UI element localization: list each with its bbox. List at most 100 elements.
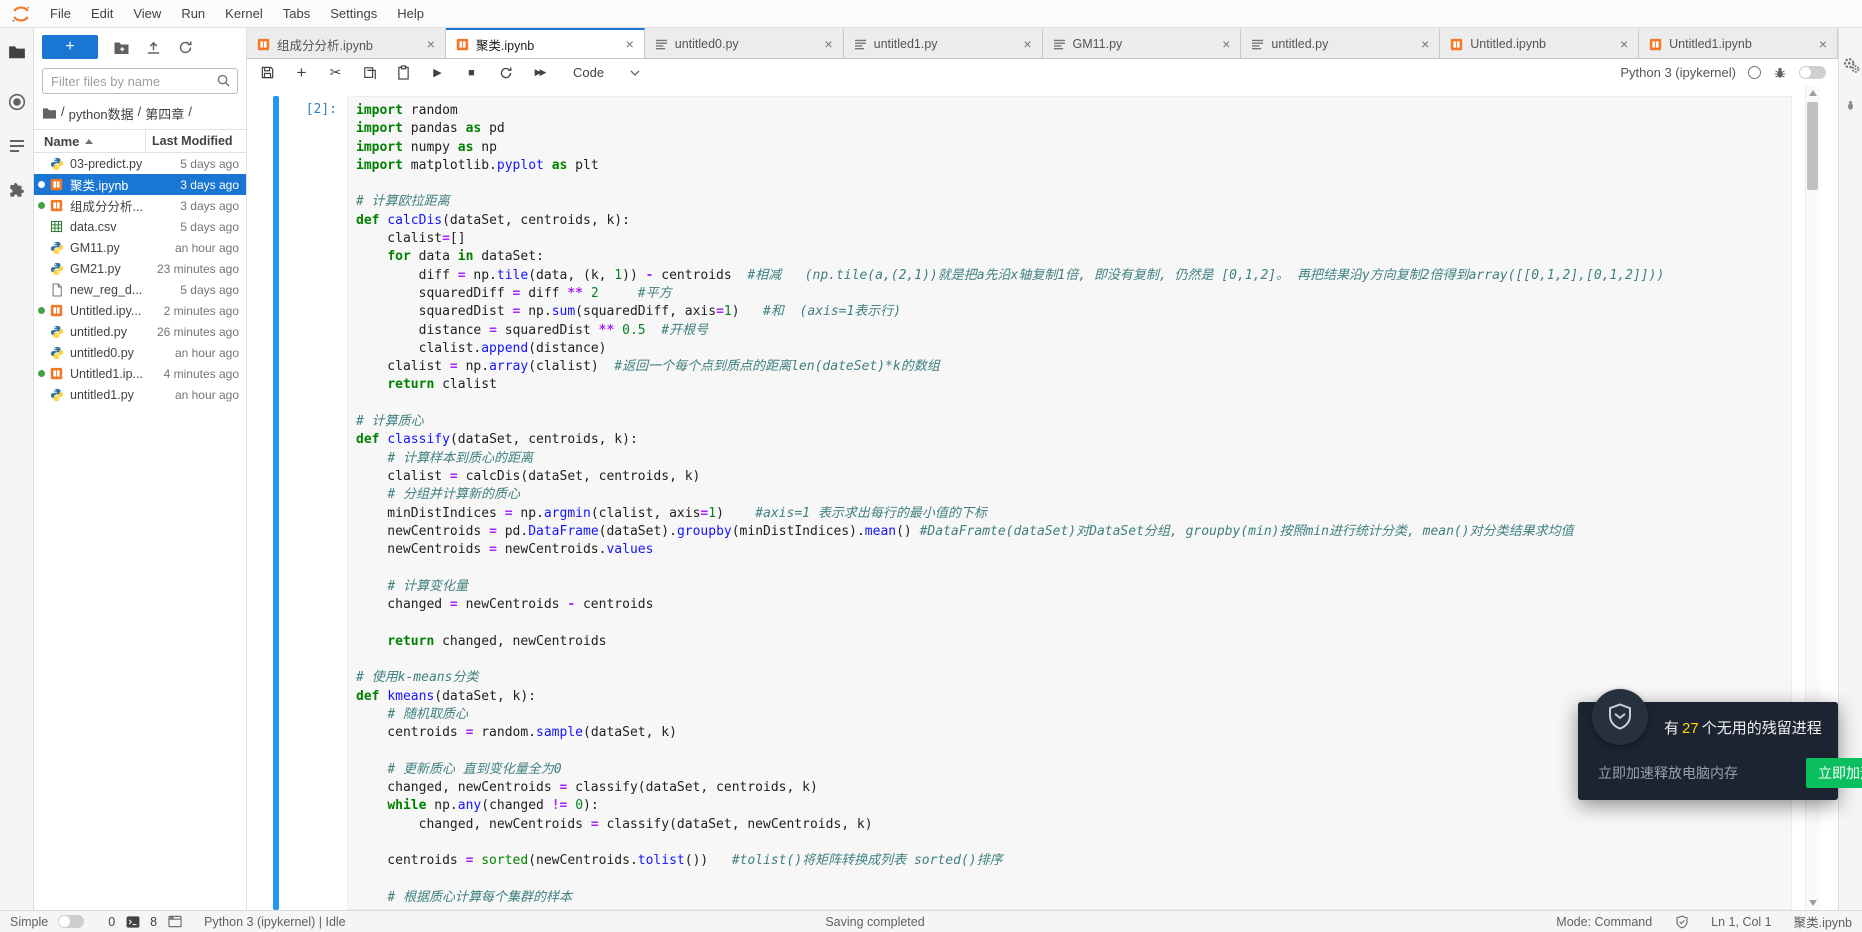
stop-kernel-icon[interactable]: ■ bbox=[463, 64, 480, 81]
code-line: clalist = np.array(clalist) #返回一个每个点到质点的… bbox=[356, 359, 940, 375]
file-modified: 4 minutes ago bbox=[163, 366, 239, 381]
editor-tab[interactable]: 组成分分析.ipynb × bbox=[247, 28, 446, 58]
terminal-icon[interactable] bbox=[125, 914, 140, 929]
trust-shield-icon[interactable] bbox=[1674, 914, 1689, 929]
tab-close-icon[interactable]: × bbox=[1817, 37, 1829, 51]
tab-close-icon[interactable]: × bbox=[822, 37, 834, 51]
new-launcher-button[interactable]: + bbox=[42, 35, 98, 59]
save-icon[interactable] bbox=[259, 64, 276, 81]
breadcrumb-part[interactable]: 第四章 bbox=[145, 104, 184, 123]
table-of-contents-icon[interactable] bbox=[0, 128, 33, 164]
restart-run-all-icon[interactable]: ▶▶ bbox=[531, 64, 548, 81]
file-row[interactable]: 组成分分析... 3 days ago bbox=[34, 195, 246, 216]
menu-settings[interactable]: Settings bbox=[320, 1, 387, 27]
terminals-count[interactable]: 0 bbox=[108, 915, 115, 929]
cursor-position[interactable]: Ln 1, Col 1 bbox=[1711, 915, 1771, 929]
accelerate-now-button[interactable]: 立即加速 bbox=[1806, 758, 1862, 788]
tab-close-icon[interactable]: × bbox=[425, 37, 437, 51]
extension-manager-icon[interactable] bbox=[0, 172, 33, 208]
refresh-icon[interactable] bbox=[176, 38, 194, 56]
editor-tab[interactable]: untitled0.py × bbox=[644, 28, 844, 58]
copy-cells-icon[interactable] bbox=[361, 64, 378, 81]
python-file-icon bbox=[49, 324, 64, 339]
kernel-sessions-count[interactable]: 8 bbox=[150, 915, 157, 929]
code-line: # 计算质心 bbox=[356, 414, 424, 430]
new-folder-icon[interactable] bbox=[112, 38, 130, 56]
file-row[interactable]: GM21.py 23 minutes ago bbox=[34, 258, 246, 279]
command-mode-indicator[interactable]: Mode: Command bbox=[1556, 915, 1652, 929]
menu-help[interactable]: Help bbox=[387, 1, 434, 27]
file-browser-panel: + /python数据/第四章/ Name bbox=[34, 28, 247, 910]
code-line: minDistIndices = np.argmin(clalist, axis… bbox=[356, 505, 987, 521]
menu-run[interactable]: Run bbox=[171, 1, 215, 27]
paste-cells-icon[interactable] bbox=[395, 64, 412, 81]
file-row[interactable]: untitled.py 26 minutes ago bbox=[34, 321, 246, 342]
file-row[interactable]: data.csv 5 days ago bbox=[34, 216, 246, 237]
file-row[interactable]: Untitled1.ip... 4 minutes ago bbox=[34, 363, 246, 384]
code-line: # 分组并计算新的质心 bbox=[387, 487, 520, 503]
property-inspector-icon[interactable] bbox=[1839, 48, 1862, 82]
running-kernels-icon[interactable] bbox=[0, 84, 33, 120]
simple-interface-toggle[interactable] bbox=[1799, 66, 1826, 79]
add-cell-icon[interactable]: + bbox=[293, 63, 310, 82]
menu-view[interactable]: View bbox=[123, 1, 171, 27]
tab-close-icon[interactable]: × bbox=[1021, 37, 1033, 51]
kernel-sessions-icon[interactable] bbox=[167, 914, 182, 929]
cell-collapser[interactable] bbox=[273, 96, 279, 910]
file-browser-icon[interactable] bbox=[0, 34, 33, 70]
menu-edit[interactable]: Edit bbox=[81, 1, 123, 27]
scroll-up-icon[interactable] bbox=[1809, 90, 1817, 96]
code-editor[interactable]: import random import pandas as pd import n… bbox=[347, 96, 1792, 910]
code-line: squaredDist = np.sum(squaredDiff, axis=1… bbox=[356, 304, 902, 320]
editor-tab[interactable]: Untitled1.ipynb × bbox=[1639, 28, 1838, 58]
editor-tab[interactable]: Untitled.ipynb × bbox=[1440, 28, 1640, 58]
menu-tabs[interactable]: Tabs bbox=[273, 1, 320, 27]
tab-close-icon[interactable]: × bbox=[1618, 37, 1630, 51]
file-row[interactable]: 03-predict.py 5 days ago bbox=[34, 153, 246, 174]
editor-tab[interactable]: untitled.py × bbox=[1241, 28, 1441, 58]
debugger-panel-icon[interactable] bbox=[1839, 88, 1862, 122]
scroll-down-icon[interactable] bbox=[1809, 900, 1817, 906]
file-row[interactable]: untitled0.py an hour ago bbox=[34, 342, 246, 363]
bug-icon[interactable] bbox=[1773, 66, 1787, 80]
menu-kernel[interactable]: Kernel bbox=[215, 1, 273, 27]
tab-close-icon[interactable]: × bbox=[1220, 37, 1232, 51]
jupyter-logo-icon bbox=[8, 3, 34, 25]
editor-tab[interactable]: GM11.py × bbox=[1042, 28, 1242, 58]
file-name: 03-predict.py bbox=[70, 156, 143, 171]
tab-close-icon[interactable]: × bbox=[1419, 37, 1431, 51]
file-row[interactable]: untitled1.py an hour ago bbox=[34, 384, 246, 405]
editor-tab[interactable]: 聚类.ipynb × bbox=[445, 28, 645, 58]
column-header-name[interactable]: Name bbox=[34, 134, 145, 149]
simple-mode-toggle[interactable] bbox=[58, 915, 85, 928]
kernel-status-icon bbox=[1748, 66, 1761, 79]
breadcrumb-part[interactable]: python数据 bbox=[69, 104, 134, 123]
menu-file[interactable]: File bbox=[40, 1, 81, 27]
column-header-modified[interactable]: Last Modified bbox=[145, 131, 246, 151]
file-row[interactable]: GM11.py an hour ago bbox=[34, 237, 246, 258]
csv-file-icon bbox=[49, 219, 64, 234]
filter-files-input[interactable] bbox=[42, 68, 238, 94]
kernel-status-text[interactable]: Python 3 (ipykernel) | Idle bbox=[204, 915, 346, 929]
cut-cells-icon[interactable]: ✂ bbox=[327, 64, 344, 81]
editor-tab[interactable]: untitled1.py × bbox=[843, 28, 1043, 58]
tab-label: GM11.py bbox=[1072, 37, 1123, 51]
tab-label: untitled.py bbox=[1271, 37, 1329, 51]
file-row[interactable]: 聚类.ipynb 3 days ago bbox=[34, 174, 246, 195]
tab-close-icon[interactable]: × bbox=[624, 37, 636, 51]
upload-icon[interactable] bbox=[144, 38, 162, 56]
notebook-file-icon bbox=[49, 198, 64, 213]
cell-type-dropdown[interactable]: Code bbox=[573, 65, 640, 80]
kernel-name[interactable]: Python 3 (ipykernel) bbox=[1620, 65, 1736, 80]
code-line: changed = newCentroids - centroids bbox=[356, 597, 654, 613]
file-list: 03-predict.py 5 days ago 聚类.ipynb 3 days ag… bbox=[34, 153, 246, 405]
file-row[interactable]: Untitled.ipy... 2 minutes ago bbox=[34, 300, 246, 321]
file-row[interactable]: new_reg_d... 5 days ago bbox=[34, 279, 246, 300]
scrollbar-thumb[interactable] bbox=[1807, 102, 1818, 190]
popup-subtitle: 立即加速释放电脑内存 bbox=[1598, 765, 1738, 781]
run-cell-icon[interactable]: ▶ bbox=[429, 64, 446, 81]
code-line: while np.any(changed != 0): bbox=[387, 798, 599, 814]
restart-kernel-icon[interactable] bbox=[497, 64, 514, 81]
